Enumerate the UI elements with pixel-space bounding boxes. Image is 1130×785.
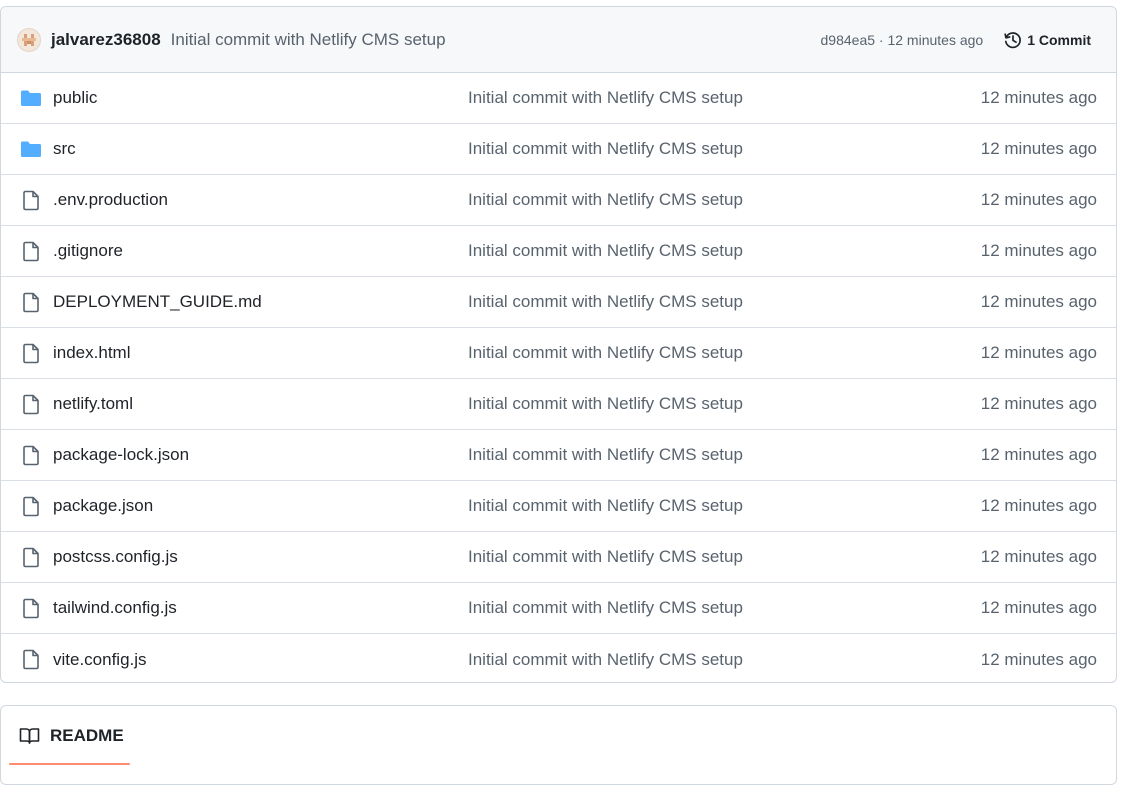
file-list: public Initial commit with Netlify CMS se… [1, 73, 1116, 682]
folder-icon [20, 87, 42, 109]
file-commit-time: 12 minutes ago [980, 190, 1097, 209]
file-name-link[interactable]: tailwind.config.js [53, 598, 177, 618]
file-row[interactable]: package.json Initial commit with Netlify … [1, 481, 1116, 532]
file-commit-time: 12 minutes ago [980, 496, 1097, 515]
file-commit-time: 12 minutes ago [980, 343, 1097, 362]
file-commit-time: 12 minutes ago [980, 598, 1097, 617]
readme-tab-label: README [50, 726, 124, 745]
file-name-link[interactable]: .gitignore [53, 241, 123, 261]
file-icon [20, 444, 42, 466]
history-icon [1004, 31, 1022, 48]
file-commit-time: 12 minutes ago [980, 88, 1097, 107]
file-commit-message-link[interactable]: Initial commit with Netlify CMS setup [468, 343, 743, 363]
file-commit-message-link[interactable]: Initial commit with Netlify CMS setup [468, 190, 743, 210]
file-icon [20, 597, 42, 619]
file-commit-time: 12 minutes ago [980, 394, 1097, 413]
file-commit-message-link[interactable]: Initial commit with Netlify CMS setup [468, 598, 743, 618]
file-name-link[interactable]: vite.config.js [53, 650, 147, 670]
file-name-link[interactable]: postcss.config.js [53, 547, 178, 567]
file-commit-time: 12 minutes ago [980, 547, 1097, 566]
file-row[interactable]: postcss.config.js Initial commit with Net… [1, 532, 1116, 583]
file-row[interactable]: vite.config.js Initial commit with Netlif… [1, 634, 1116, 682]
file-commit-time: 12 minutes ago [980, 139, 1097, 158]
file-icon [20, 649, 42, 671]
file-name-link[interactable]: src [53, 139, 76, 159]
commit-history-button[interactable]: 1 Commit [1003, 30, 1091, 50]
readme-tab-underline [9, 763, 130, 765]
file-name-link[interactable]: index.html [53, 343, 130, 363]
file-name-link[interactable]: public [53, 88, 97, 108]
file-row[interactable]: DEPLOYMENT_GUIDE.md Initial commit with N… [1, 277, 1116, 328]
file-icon [20, 546, 42, 568]
file-commit-message-link[interactable]: Initial commit with Netlify CMS setup [468, 139, 743, 159]
author-avatar[interactable] [17, 27, 41, 52]
file-commit-message-link[interactable]: Initial commit with Netlify CMS setup [468, 496, 743, 516]
file-commit-time: 12 minutes ago [980, 241, 1097, 260]
readme-panel: README [0, 705, 1117, 785]
file-name-link[interactable]: package-lock.json [53, 445, 189, 465]
book-icon [19, 728, 40, 744]
latest-commit-bar: jalvarez36808 Initial commit with Netlif… [1, 7, 1116, 73]
commit-message-link[interactable]: Initial commit with Netlify CMS setup [171, 30, 446, 50]
file-row[interactable]: public Initial commit with Netlify CMS se… [1, 73, 1116, 124]
file-commit-time: 12 minutes ago [980, 445, 1097, 464]
file-browser: jalvarez36808 Initial commit with Netlif… [0, 6, 1117, 683]
file-row[interactable]: index.html Initial commit with Netlify CM… [1, 328, 1116, 379]
file-name-link[interactable]: netlify.toml [53, 394, 133, 414]
commit-author-link[interactable]: jalvarez36808 [51, 30, 161, 50]
file-row[interactable]: .gitignore Initial commit with Netlify CM… [1, 226, 1116, 277]
file-commit-message-link[interactable]: Initial commit with Netlify CMS setup [468, 547, 743, 567]
file-commit-time: 12 minutes ago [980, 649, 1097, 669]
file-commit-message-link[interactable]: Initial commit with Netlify CMS setup [468, 394, 743, 414]
file-commit-message-link[interactable]: Initial commit with Netlify CMS setup [468, 241, 743, 261]
file-name-link[interactable]: DEPLOYMENT_GUIDE.md [53, 292, 262, 312]
folder-icon [20, 138, 42, 160]
file-commit-time: 12 minutes ago [980, 292, 1097, 311]
file-row[interactable]: src Initial commit with Netlify CMS setup… [1, 124, 1116, 175]
file-commit-message-link[interactable]: Initial commit with Netlify CMS setup [468, 650, 743, 670]
commit-sha-time[interactable]: d984ea5 · 12 minutes ago [821, 32, 984, 48]
file-row[interactable]: .env.production Initial commit with Netli… [1, 175, 1116, 226]
file-name-link[interactable]: .env.production [53, 190, 168, 210]
file-row[interactable]: tailwind.config.js Initial commit with Ne… [1, 583, 1116, 634]
commit-count-label: 1 Commit [1027, 31, 1091, 48]
file-icon [20, 291, 42, 313]
readme-tab[interactable]: README [9, 706, 134, 766]
file-icon [20, 240, 42, 262]
file-commit-message-link[interactable]: Initial commit with Netlify CMS setup [468, 88, 743, 108]
file-commit-message-link[interactable]: Initial commit with Netlify CMS setup [468, 445, 743, 465]
file-icon [20, 342, 42, 364]
file-icon [20, 189, 42, 211]
file-icon [20, 393, 42, 415]
file-commit-message-link[interactable]: Initial commit with Netlify CMS setup [468, 292, 743, 312]
file-icon [20, 495, 42, 517]
file-row[interactable]: netlify.toml Initial commit with Netlify … [1, 379, 1116, 430]
identicon-avatar-icon [22, 33, 36, 46]
file-name-link[interactable]: package.json [53, 496, 153, 516]
file-row[interactable]: package-lock.json Initial commit with Net… [1, 430, 1116, 481]
